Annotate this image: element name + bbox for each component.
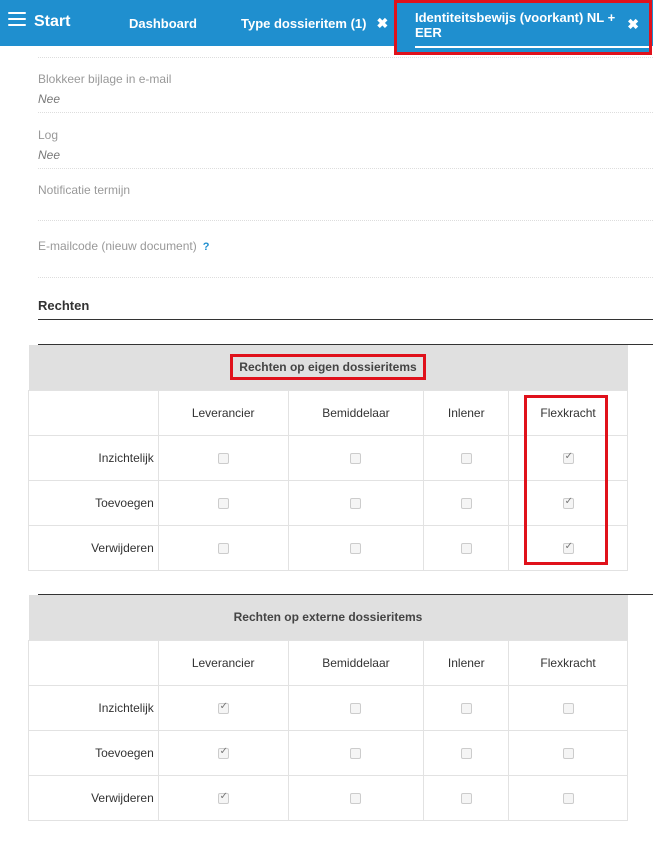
checkbox[interactable]	[350, 747, 362, 759]
column-header-leverancier: Leverancier	[157, 389, 289, 436]
checkbox[interactable]	[562, 792, 574, 804]
permissions-table-external: Rechten op externe dossieritems Leveranc…	[28, 595, 628, 821]
start-label[interactable]: Start	[34, 13, 70, 31]
close-icon[interactable]: ✖	[627, 16, 639, 33]
checkbox[interactable]	[460, 542, 472, 554]
column-header-inlener: Inlener	[423, 389, 510, 436]
field-value: Nee	[38, 148, 61, 162]
section-title-rechten: Rechten	[38, 298, 90, 313]
tab-dashboard[interactable]: Dashboard	[129, 0, 197, 46]
column-header-flexkracht: Flexkracht	[508, 389, 628, 436]
checkbox[interactable]	[460, 497, 472, 509]
field-label: Notificatie termijn	[38, 183, 131, 197]
field-partial	[38, 46, 653, 58]
divider	[38, 319, 653, 320]
row-label-inzichtelijk: Inzichtelijk	[28, 434, 159, 481]
checkbox[interactable]	[460, 792, 472, 804]
field-log: Log Nee	[38, 128, 653, 169]
checkbox[interactable]	[460, 702, 472, 714]
table-row: Toevoegen	[28, 479, 628, 526]
help-icon[interactable]: ?	[203, 241, 210, 253]
field-label-text: E-mailcode (nieuw document)	[38, 239, 197, 253]
close-icon[interactable]: ✖	[376, 15, 388, 32]
tab-type-dossieritem[interactable]: Type dossieritem (1) ✖	[241, 0, 388, 46]
checkbox[interactable]	[350, 792, 362, 804]
field-notificatie-termijn: Notificatie termijn	[38, 183, 653, 221]
checkbox[interactable]	[217, 542, 229, 554]
field-label: Log	[38, 128, 59, 142]
row-label-verwijderen: Verwijderen	[28, 774, 159, 821]
row-label-toevoegen: Toevoegen	[28, 729, 159, 776]
checkbox[interactable]	[350, 497, 362, 509]
tab-dashboard-label: Dashboard	[129, 15, 197, 31]
field-label: E-mailcode (nieuw document)?	[38, 239, 653, 253]
table-row: Toevoegen	[28, 729, 628, 776]
field-blokkeer-bijlage: Blokkeer bijlage in e-mail Nee	[38, 72, 653, 113]
corner-cell	[28, 389, 159, 436]
top-bar: Start Dashboard Type dossieritem (1) ✖ I…	[0, 0, 653, 55]
row-label-verwijderen: Verwijderen	[28, 524, 159, 571]
checkbox[interactable]	[217, 701, 229, 714]
row-label-toevoegen: Toevoegen	[28, 479, 159, 526]
corner-cell	[28, 639, 159, 686]
field-emailcode: E-mailcode (nieuw document)?	[38, 239, 653, 278]
checkbox[interactable]	[562, 541, 574, 554]
checkbox[interactable]	[217, 791, 229, 804]
column-header-flexkracht: Flexkracht	[508, 639, 628, 686]
checkbox[interactable]	[562, 747, 574, 759]
tab-type-dossieritem-label: Type dossieritem (1)	[241, 15, 367, 31]
table-row: Verwijderen	[28, 774, 628, 821]
table-title: Rechten op externe dossieritems	[28, 595, 628, 640]
row-label-inzichtelijk: Inzichtelijk	[28, 684, 159, 731]
column-header-bemiddelaar: Bemiddelaar	[287, 639, 425, 686]
table-row: Inzichtelijk	[28, 684, 628, 731]
tab-identiteitsbewijs-label: Identiteitsbewijs (voorkant) NL + EER	[415, 9, 616, 40]
permissions-table-own: Rechten op eigen dossieritems Leverancie…	[28, 345, 628, 571]
checkbox[interactable]	[562, 702, 574, 714]
checkbox[interactable]	[350, 702, 362, 714]
table-row: Inzichtelijk	[28, 434, 628, 481]
field-label: Blokkeer bijlage in e-mail	[38, 72, 172, 86]
checkbox[interactable]	[460, 452, 472, 464]
checkbox[interactable]	[217, 452, 229, 464]
checkbox[interactable]	[350, 542, 362, 554]
checkbox[interactable]	[217, 746, 229, 759]
checkbox[interactable]	[217, 497, 229, 509]
table-title-text: Rechten op eigen dossieritems	[239, 360, 417, 375]
checkbox[interactable]	[460, 747, 472, 759]
hamburger-menu-icon[interactable]	[8, 12, 26, 30]
column-header-bemiddelaar: Bemiddelaar	[287, 389, 425, 436]
column-header-inlener: Inlener	[423, 639, 510, 686]
table-row: Verwijderen	[28, 524, 628, 571]
column-header-leverancier: Leverancier	[157, 639, 289, 686]
checkbox[interactable]	[562, 496, 574, 509]
checkbox[interactable]	[350, 452, 362, 464]
field-value: Nee	[38, 92, 61, 106]
checkbox[interactable]	[562, 451, 574, 464]
table-title-highlight: Rechten op eigen dossieritems	[230, 354, 426, 381]
table-title: Rechten op eigen dossieritems	[28, 345, 628, 390]
